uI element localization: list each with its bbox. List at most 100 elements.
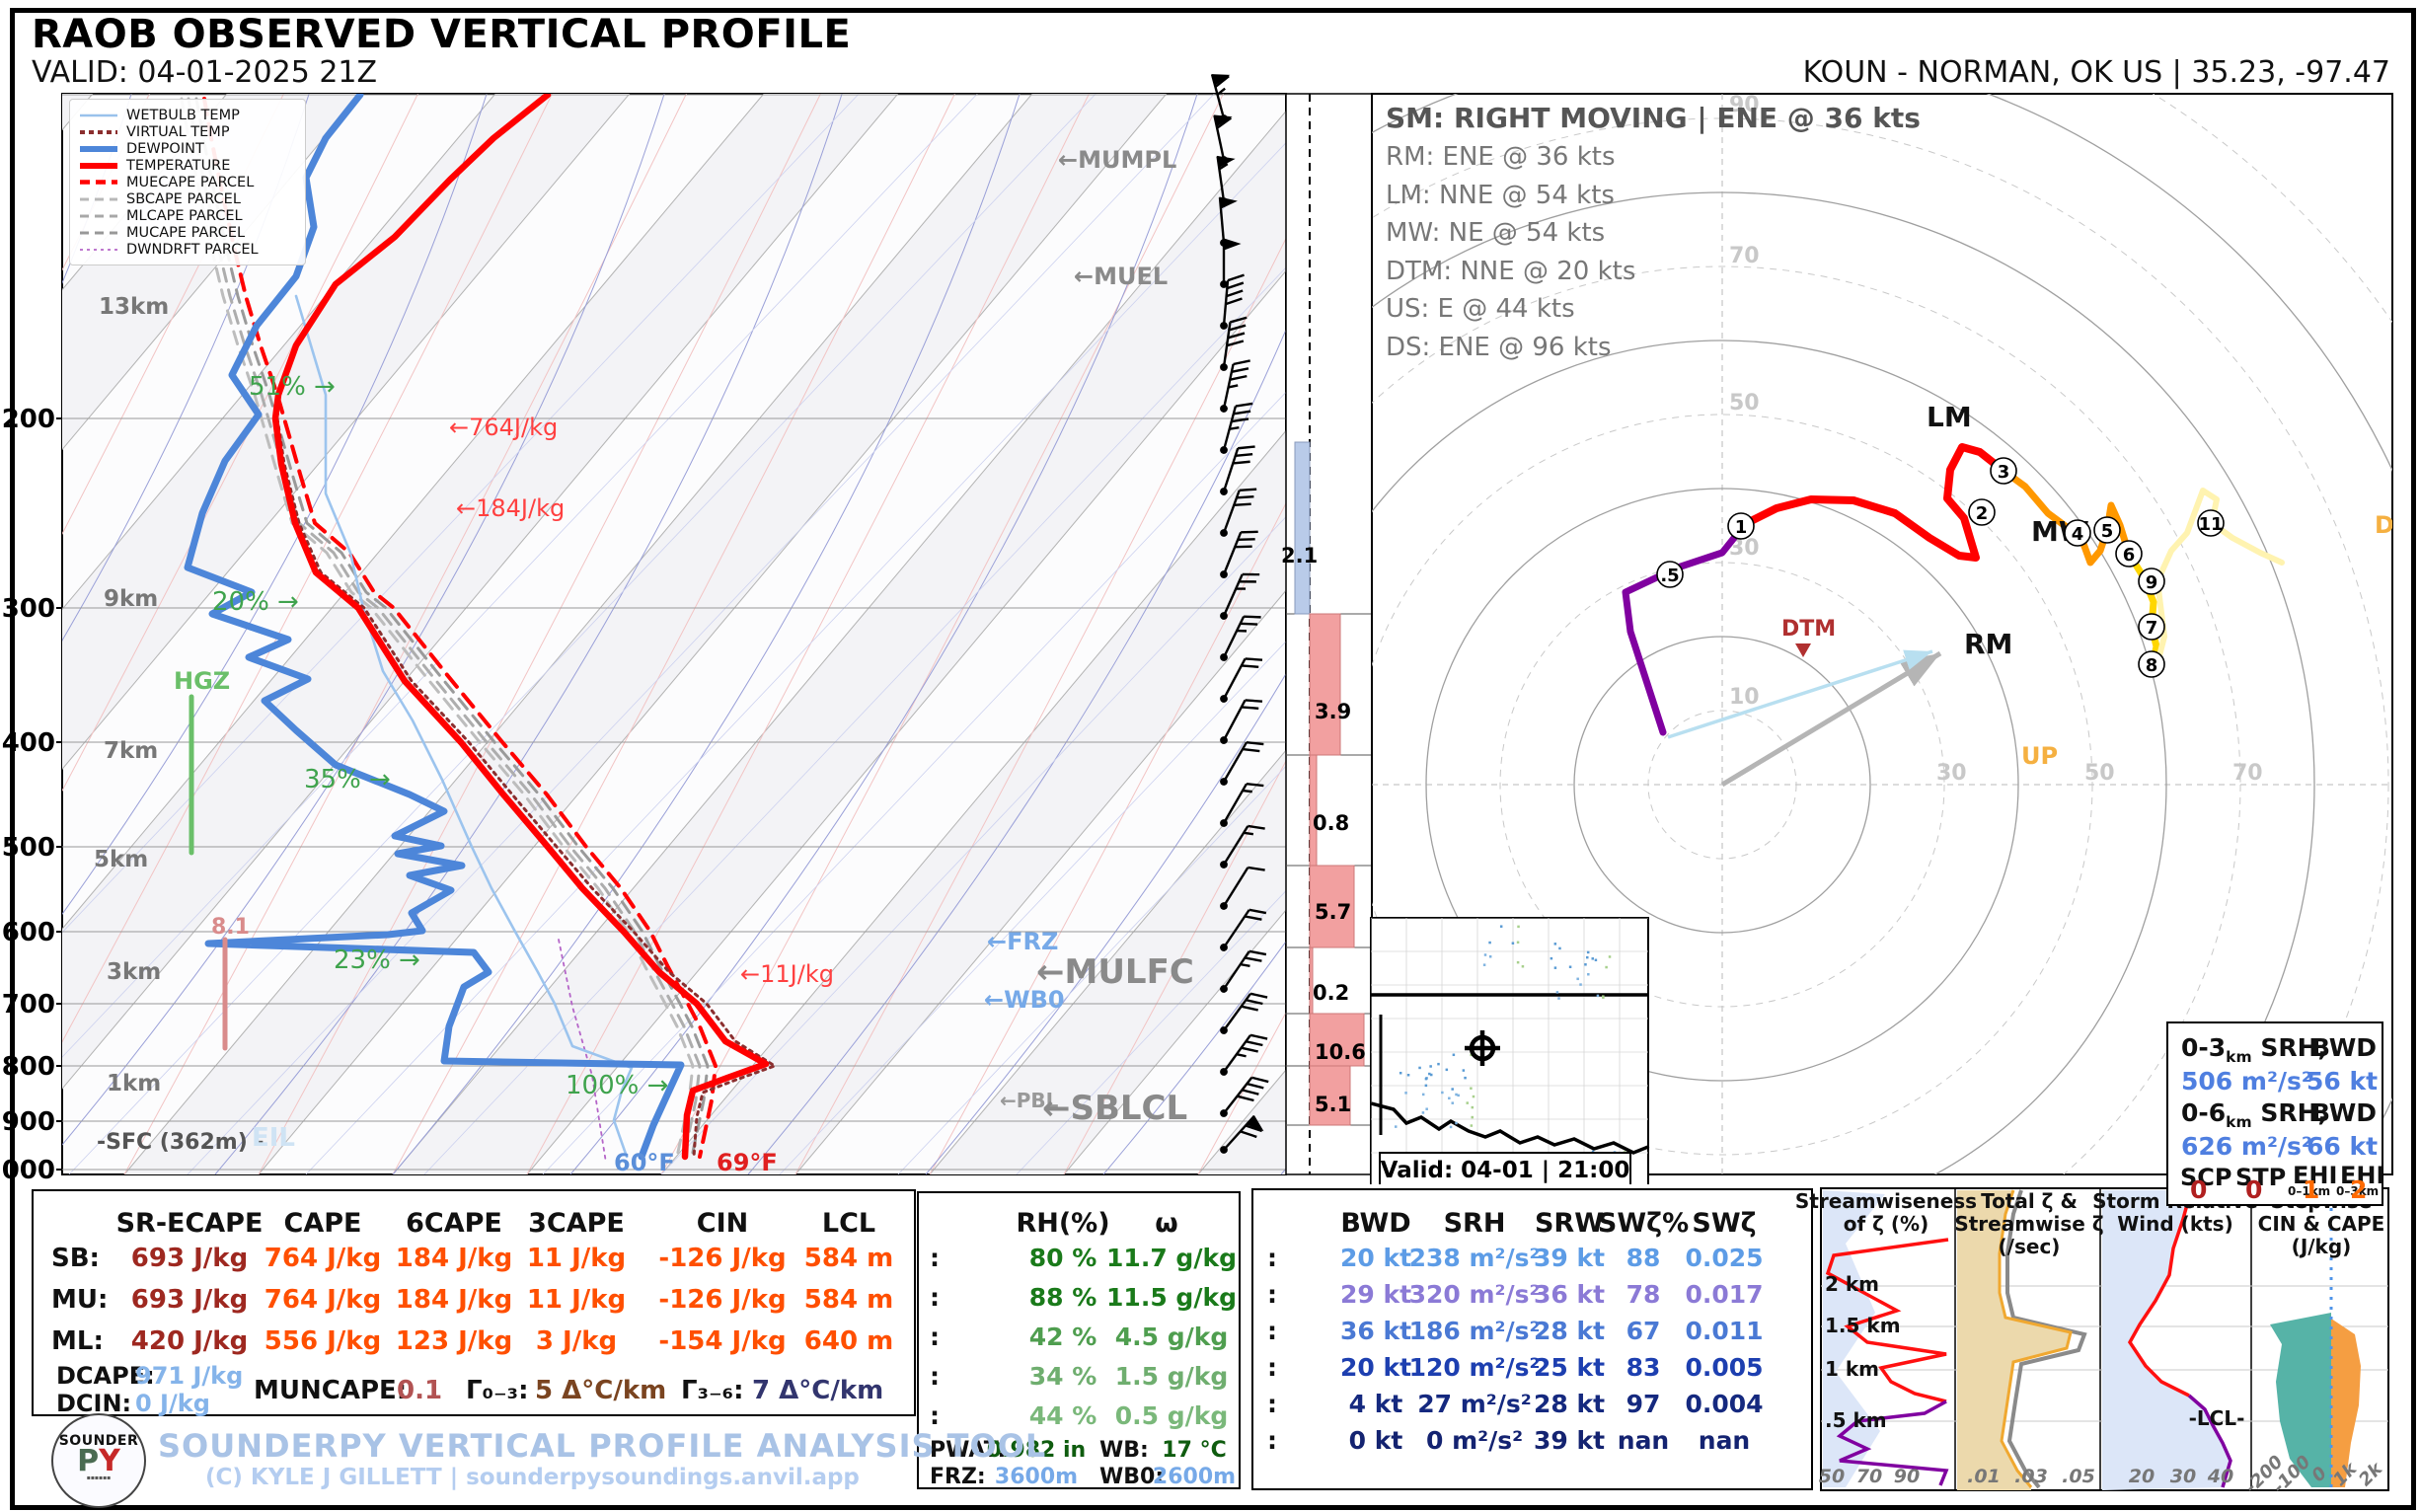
thermo-stats-table: SR-ECAPECAPE6CAPE3CAPECINLCLSB:693 J/kg7… [32,1189,916,1416]
mini-panels-frame [1821,1188,2388,1490]
shear-value: 186 m²/s² [1409,1317,1541,1345]
radar-speckle [1425,1078,1428,1081]
wetbulb-line-icon [80,112,117,119]
total-zeta-curve [2007,1190,2084,1487]
cape-row-label: MU: [51,1285,108,1315]
bar-value: 5.1 [1315,1093,1351,1116]
streamwiseness-curve-lower [1840,1401,1946,1485]
radar-speckle [1448,1097,1451,1100]
shear-value: 0.004 [1685,1390,1763,1418]
mixing-ratio-value: 4.5 g/kg [1115,1323,1229,1351]
surface-label: -SFC (362m) - [97,1130,265,1155]
radar-speckle [1597,995,1600,998]
shear-value: nan [1618,1426,1669,1455]
shear-value: 88 [1626,1244,1661,1272]
legend-item: SBCAPE PARCEL [80,190,295,207]
radar-speckle [1591,957,1594,960]
radar-speckle [1602,996,1605,999]
cape-annotation: ←184J/kg [456,494,565,522]
mini-tick: 90 [1894,1466,1920,1487]
mini-tick: 1k [2329,1458,2362,1490]
radar-speckle [1472,1106,1475,1109]
level-annotation: ←WB0 [984,986,1065,1014]
hodo-height-marker-label: 6 [2123,545,2136,566]
radar-speckle [1395,1125,1398,1128]
layer-label: : [930,1362,940,1395]
hodo-ring-label: 50 [2084,761,2115,786]
stp-value: 0 [2245,1175,2262,1204]
sounderpy-logo: SOUNDER PY ▪▪▪▪▪▪ [51,1413,146,1508]
shear-value: 83 [1626,1353,1661,1382]
legend-label: WETBULB TEMP [126,108,240,123]
figure-canvas: RAOB OBSERVED VERTICAL PROFILE VALID: 04… [0,0,2420,1512]
mini-ylabel: .5 km [1825,1408,1887,1432]
main-plot: 2003004005006007008009001000−20−10010203… [0,0,2420,1184]
bwd-0-3-value: 56 kt [2307,1067,2378,1096]
cape-annotation: ←764J/kg [449,414,558,441]
mixing-ratio-value: 1.5 g/kg [1115,1362,1229,1391]
radar-speckle [1605,966,1608,969]
legend-item: MUECAPE PARCEL [80,174,295,190]
shear-value: 25 kt [1534,1353,1605,1382]
pressure-tick-label: 300 [2,594,55,624]
ehi-0-1-value: 1 [2303,1175,2319,1204]
cape-value: 764 J/kg [265,1285,381,1315]
srh-0-3-label: 0-3km SRH, [2181,1033,2327,1066]
hodo-height-marker-label: 11 [2198,514,2223,535]
radar-speckle [1484,953,1487,956]
srw-curve-upper [2130,1190,2191,1396]
shear-value: 20 kt [1340,1244,1411,1272]
radar-speckle [1453,1054,1456,1057]
bar-value: 0.8 [1313,811,1349,835]
mini-tick: 50 [1819,1466,1845,1487]
mini-ylabel: 1 km [1825,1357,1879,1381]
cape-value: 764 J/kg [265,1244,381,1273]
bwd-0-6-value: 66 kt [2307,1132,2378,1161]
pressure-tick-label: 200 [2,405,55,434]
shear-value: 39 kt [1534,1426,1605,1455]
temp-tick-label: 20 [643,1182,680,1184]
bar-value: 3.9 [1315,700,1351,723]
mini-tick: .01 [1967,1466,2001,1487]
cape-value: 3 J/kg [536,1326,617,1356]
mini-tick: .03 [2014,1466,2048,1487]
radar-speckle [1404,1092,1407,1095]
mini-tick: -200 [2241,1452,2288,1498]
shear-value: 28 kt [1534,1390,1605,1418]
shear-value: 320 m²/s² [1409,1280,1541,1309]
shear-header: SWζ [1692,1208,1756,1239]
legend-item: DWNDRFT PARCEL [80,241,295,258]
rh-annotation: 100% → [566,1071,668,1100]
radar-speckle [1451,1101,1454,1104]
shear-value: 27 m²/s² [1417,1390,1531,1418]
radar-speckle [1488,942,1491,945]
pressure-tick-label: 1000 [0,1156,55,1184]
wb-label: WB: [1099,1438,1149,1463]
rh-annotation: 20% → [212,587,299,617]
radar-speckle [1586,956,1589,959]
radar-speckle [1512,942,1515,945]
radar-speckle [1457,1095,1460,1097]
rh-value: 44 % [1029,1401,1097,1430]
cape-value: -126 J/kg [658,1285,786,1315]
rh-header: RH(%) [1016,1208,1109,1239]
bar-blue [1295,442,1310,614]
logo-text-py: PY [53,1449,144,1474]
bar-pink [1310,614,1340,755]
layer-label: : [930,1283,940,1316]
radar-speckle [1569,965,1572,968]
mixing-ratio-value: 11.5 g/kg [1106,1283,1237,1312]
cape-value: 184 J/kg [396,1244,512,1273]
shear-value: 4 kt [1349,1390,1403,1418]
cape-header: CAPE [284,1208,362,1239]
mini-title: of ζ (%) [1844,1212,1929,1236]
temp-tick-label: −20 [95,1182,154,1184]
muncape-value: 0.1 [397,1376,442,1405]
legend-item: MUCAPE PARCEL [80,224,295,241]
logo-fineprint: ▪▪▪▪▪▪ [53,1474,144,1481]
shear-value: 0 m²/s² [1426,1426,1523,1455]
lapse-8-1-label: 8.1 [211,915,250,940]
radar-speckle [1517,961,1520,964]
radar-speckle [1455,1122,1458,1125]
shear-header: BWD [1340,1208,1410,1239]
